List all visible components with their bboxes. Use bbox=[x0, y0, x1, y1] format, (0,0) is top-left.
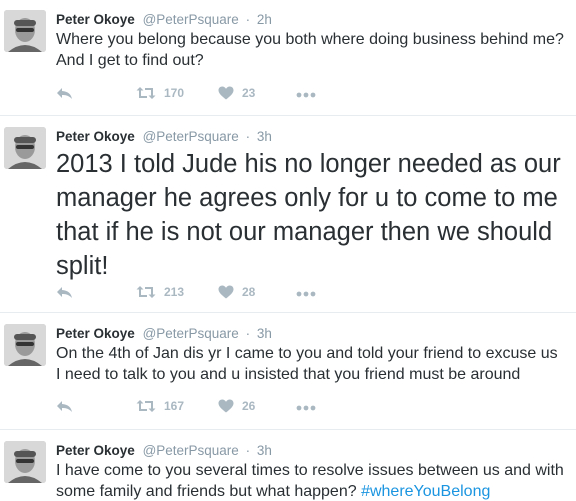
avatar[interactable] bbox=[4, 324, 46, 366]
heart-icon bbox=[218, 399, 234, 413]
retweet-count: 167 bbox=[164, 399, 185, 413]
retweet-icon bbox=[136, 87, 156, 99]
tweet[interactable]: Peter Okoye @PeterPsquare · 3h On the 4t… bbox=[0, 314, 576, 430]
more-button[interactable] bbox=[296, 291, 316, 297]
avatar[interactable] bbox=[4, 127, 46, 169]
like-count: 28 bbox=[242, 285, 256, 299]
retweet-count: 170 bbox=[164, 86, 185, 100]
avatar[interactable] bbox=[4, 10, 46, 52]
reply-button[interactable] bbox=[56, 285, 73, 300]
separator: · bbox=[245, 443, 251, 458]
author-handle[interactable]: @PeterPsquare bbox=[143, 129, 239, 144]
retweet-icon bbox=[136, 286, 156, 298]
retweet-button[interactable]: 170 bbox=[136, 86, 184, 100]
tweet[interactable]: Peter Okoye @PeterPsquare · 2h Where you… bbox=[0, 0, 576, 116]
hashtag-link[interactable]: #whereYouBelong bbox=[361, 483, 490, 500]
separator: · bbox=[245, 326, 251, 341]
tweet[interactable]: Peter Okoye @PeterPsquare · 3h I have co… bbox=[0, 431, 576, 501]
author-name[interactable]: Peter Okoye bbox=[56, 326, 135, 341]
like-count: 23 bbox=[242, 86, 256, 100]
tweet-text-container: I have come to you several times to reso… bbox=[56, 460, 564, 501]
separator: · bbox=[245, 129, 251, 144]
author-name[interactable]: Peter Okoye bbox=[56, 129, 135, 144]
tweet-header: Peter Okoye @PeterPsquare · 2h bbox=[56, 11, 272, 29]
retweet-button[interactable]: 167 bbox=[136, 399, 184, 413]
more-dots-icon bbox=[296, 92, 316, 98]
tweet-text: On the 4th of Jan dis yr I came to you a… bbox=[56, 345, 558, 383]
reply-button[interactable] bbox=[56, 86, 73, 101]
timeline: Peter Okoye @PeterPsquare · 2h Where you… bbox=[0, 0, 576, 501]
retweet-button[interactable]: 213 bbox=[136, 285, 184, 299]
timestamp[interactable]: 3h bbox=[257, 326, 272, 341]
author-handle[interactable]: @PeterPsquare bbox=[143, 443, 239, 458]
timestamp[interactable]: 2h bbox=[257, 12, 272, 27]
like-button[interactable]: 28 bbox=[218, 285, 255, 299]
like-button[interactable]: 26 bbox=[218, 399, 255, 413]
tweet-text: 2013 I told Jude his no longer needed as… bbox=[56, 150, 561, 280]
reply-button[interactable] bbox=[56, 399, 73, 414]
more-button[interactable] bbox=[296, 92, 316, 98]
reply-icon bbox=[57, 88, 72, 99]
retweet-icon bbox=[136, 400, 156, 412]
heart-icon bbox=[218, 285, 234, 299]
retweet-count: 213 bbox=[164, 285, 185, 299]
heart-icon bbox=[218, 86, 234, 100]
separator: · bbox=[245, 12, 251, 27]
author-name[interactable]: Peter Okoye bbox=[56, 12, 135, 27]
tweet-header: Peter Okoye @PeterPsquare · 3h bbox=[56, 325, 272, 343]
author-name[interactable]: Peter Okoye bbox=[56, 443, 135, 458]
like-button[interactable]: 23 bbox=[218, 86, 255, 100]
tweet[interactable]: Peter Okoye @PeterPsquare · 3h 2013 I to… bbox=[0, 117, 576, 313]
more-button[interactable] bbox=[296, 405, 316, 411]
reply-icon bbox=[57, 287, 72, 298]
more-dots-icon bbox=[296, 405, 316, 411]
author-handle[interactable]: @PeterPsquare bbox=[143, 12, 239, 27]
author-handle[interactable]: @PeterPsquare bbox=[143, 326, 239, 341]
reply-icon bbox=[57, 401, 72, 412]
timestamp[interactable]: 3h bbox=[257, 443, 272, 458]
tweet-text: Where you belong because you both where … bbox=[56, 31, 564, 69]
avatar[interactable] bbox=[4, 441, 46, 483]
tweet-header: Peter Okoye @PeterPsquare · 3h bbox=[56, 442, 272, 460]
like-count: 26 bbox=[242, 399, 256, 413]
more-dots-icon bbox=[296, 291, 316, 297]
tweet-header: Peter Okoye @PeterPsquare · 3h bbox=[56, 128, 272, 146]
timestamp[interactable]: 3h bbox=[257, 129, 272, 144]
